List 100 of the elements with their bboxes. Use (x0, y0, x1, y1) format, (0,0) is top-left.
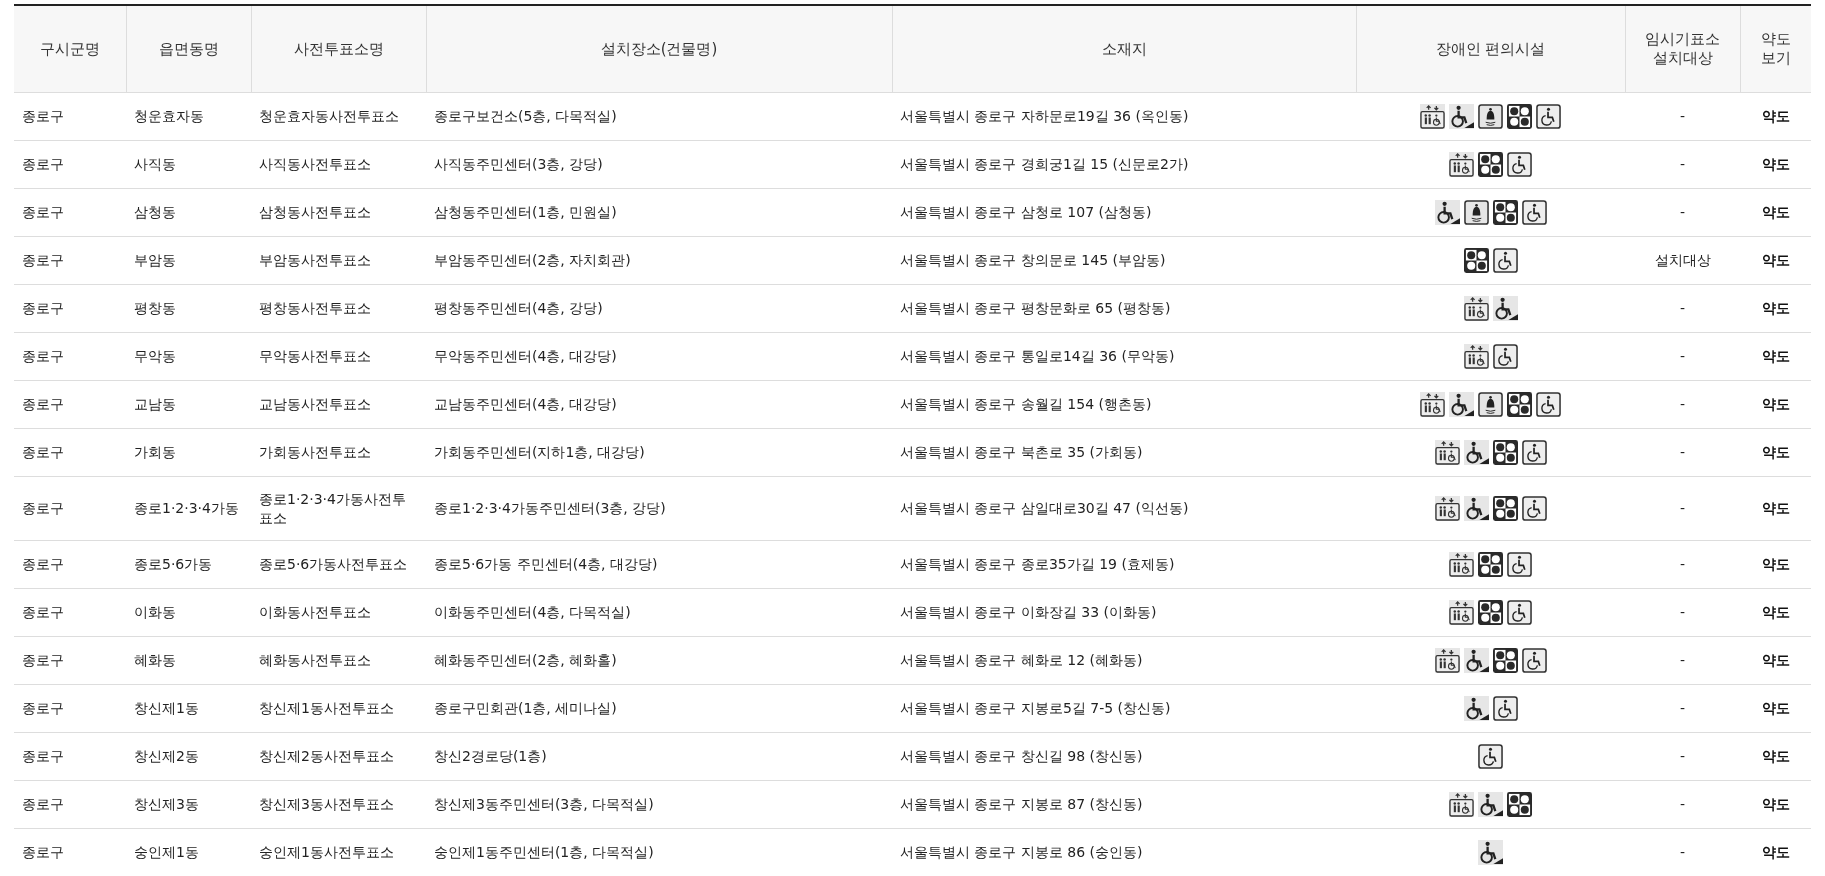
table-cell: 서울특별시 종로구 경희궁1길 15 (신문로2가) (900, 156, 1189, 173)
table-cell: - (1679, 748, 1686, 765)
table-cell: 종로5·6가동 주민센터(4층, 대강당) (434, 556, 658, 573)
map-link[interactable]: 약도 (1761, 500, 1790, 517)
table-cell: 서울특별시 종로구 혜화로 12 (혜화동) (900, 652, 1143, 669)
table-cell: 삼청동사전투표소 (259, 204, 371, 221)
table-cell: 종로구 (22, 556, 64, 573)
map-link[interactable]: 약도 (1761, 796, 1790, 813)
map-link[interactable]: 약도 (1761, 652, 1790, 669)
ramp-wheelchair-icon (1463, 696, 1489, 721)
table-cell: 서울특별시 종로구 지봉로 86 (숭인동) (900, 844, 1143, 861)
wheelchair-icon (1521, 440, 1547, 465)
map-link[interactable]: 약도 (1761, 444, 1790, 461)
table-cell: 종로구 (22, 604, 64, 621)
table-cell: 사직동주민센터(3층, 강당) (434, 156, 603, 173)
table-cell: - (1679, 604, 1686, 621)
column-header: 약도 보기 (1760, 30, 1791, 67)
table-cell: 혜화동 (134, 652, 176, 669)
map-link[interactable]: 약도 (1761, 396, 1790, 413)
table-cell: 서울특별시 종로구 삼일대로30길 47 (익선동) (900, 500, 1189, 517)
column-header: 사전투표소명 (293, 39, 384, 58)
table-cell: - (1679, 108, 1686, 125)
wheelchair-icon (1507, 152, 1532, 177)
bell-icon (1478, 104, 1503, 129)
table-cell: 서울특별시 종로구 삼청로 107 (삼청동) (900, 204, 1152, 221)
table-cell: 이화동사전투표소 (259, 604, 371, 621)
column-header: 구시군명 (39, 39, 100, 58)
table-cell: 숭인제1동주민센터(1층, 다목적실) (434, 844, 654, 861)
table-cell: - (1679, 204, 1686, 221)
table-cell: 종로구 (22, 500, 64, 517)
table-cell: 서울특별시 종로구 종로35가길 19 (효제동) (900, 556, 1175, 573)
ramp-wheelchair-icon (1449, 392, 1474, 417)
table-cell: 종로구 (22, 108, 64, 125)
map-link[interactable]: 약도 (1761, 348, 1790, 365)
map-link[interactable]: 약도 (1761, 748, 1790, 765)
elevator-icon (1449, 552, 1474, 577)
ramp-wheelchair-icon (1478, 840, 1503, 865)
column-header: 설치장소(건물명) (600, 39, 718, 58)
table-cell: 평창동주민센터(4층, 강당) (434, 300, 603, 317)
bell-icon (1478, 392, 1503, 417)
table-cell: 종로구 (22, 348, 64, 365)
map-link[interactable]: 약도 (1761, 700, 1790, 717)
wheelchair-icon (1492, 696, 1518, 721)
map-link[interactable]: 약도 (1761, 108, 1790, 125)
table-cell: 창신제3동사전투표소 (259, 796, 394, 813)
table-cell: 창신제1동사전투표소 (259, 700, 394, 717)
table-cell: - (1679, 700, 1686, 717)
braille-dots-icon (1492, 440, 1518, 465)
table-cell: 교남동 (134, 396, 176, 413)
ramp-wheelchair-icon (1463, 496, 1489, 521)
table-cell: 무악동 (134, 348, 176, 365)
braille-dots-icon (1507, 104, 1532, 129)
map-link[interactable]: 약도 (1761, 844, 1790, 861)
table-cell: 부암동 (134, 252, 176, 269)
table-cell: 종로구 (22, 652, 64, 669)
table-cell: 서울특별시 종로구 이화장길 33 (이화동) (900, 604, 1157, 621)
elevator-icon (1420, 392, 1445, 417)
ramp-wheelchair-icon (1449, 104, 1474, 129)
table-cell: 사직동사전투표소 (259, 156, 371, 173)
table-cell: - (1679, 556, 1686, 573)
ramp-wheelchair-icon (1478, 792, 1503, 817)
table-cell: 설치대상 (1654, 252, 1711, 269)
table-cell: 삼청동주민센터(1층, 민원실) (434, 204, 617, 221)
table-cell: 교남동주민센터(4층, 대강당) (434, 396, 617, 413)
table-cell: 무악동주민센터(4층, 대강당) (434, 348, 617, 365)
elevator-icon (1449, 600, 1474, 625)
table-cell: 종로구 (22, 796, 64, 813)
table-cell: 창신제2동 (134, 748, 199, 765)
table-cell: - (1679, 796, 1686, 813)
map-link[interactable]: 약도 (1761, 300, 1790, 317)
table-cell: 가회동사전투표소 (259, 444, 371, 461)
braille-dots-icon (1492, 648, 1518, 673)
map-link[interactable]: 약도 (1761, 156, 1790, 173)
ramp-wheelchair-icon (1434, 200, 1460, 225)
braille-dots-icon (1478, 152, 1503, 177)
table-cell: 종로구 (22, 396, 64, 413)
map-link[interactable]: 약도 (1761, 252, 1790, 269)
map-link[interactable]: 약도 (1761, 604, 1790, 621)
table-cell: 창신제1동 (134, 700, 199, 717)
table-cell: 종로구 (22, 300, 64, 317)
braille-dots-icon (1478, 600, 1503, 625)
wheelchair-icon (1521, 200, 1547, 225)
table-cell: 종로1·2·3·4가동사전투표소 (259, 490, 406, 526)
table-cell: 이화동 (134, 604, 176, 621)
map-link[interactable]: 약도 (1761, 204, 1790, 221)
braille-dots-icon (1492, 496, 1518, 521)
elevator-icon (1463, 344, 1489, 369)
wheelchair-icon (1478, 744, 1503, 769)
table-cell: 평창동 (134, 300, 176, 317)
table-cell: 종로1·2·3·4가동주민센터(3층, 강당) (434, 500, 666, 517)
table-cell: 종로1·2·3·4가동 (134, 500, 239, 517)
table-cell: 혜화동사전투표소 (259, 652, 371, 669)
table-cell: 무악동사전투표소 (259, 348, 371, 365)
map-link[interactable]: 약도 (1761, 556, 1790, 573)
table-cell: 서울특별시 종로구 평창문화로 65 (평창동) (900, 300, 1171, 317)
table-cell: 창신제3동 (134, 796, 199, 813)
wheelchair-icon (1521, 648, 1547, 673)
wheelchair-icon (1536, 104, 1561, 129)
elevator-icon (1463, 296, 1489, 321)
wheelchair-icon (1507, 600, 1532, 625)
